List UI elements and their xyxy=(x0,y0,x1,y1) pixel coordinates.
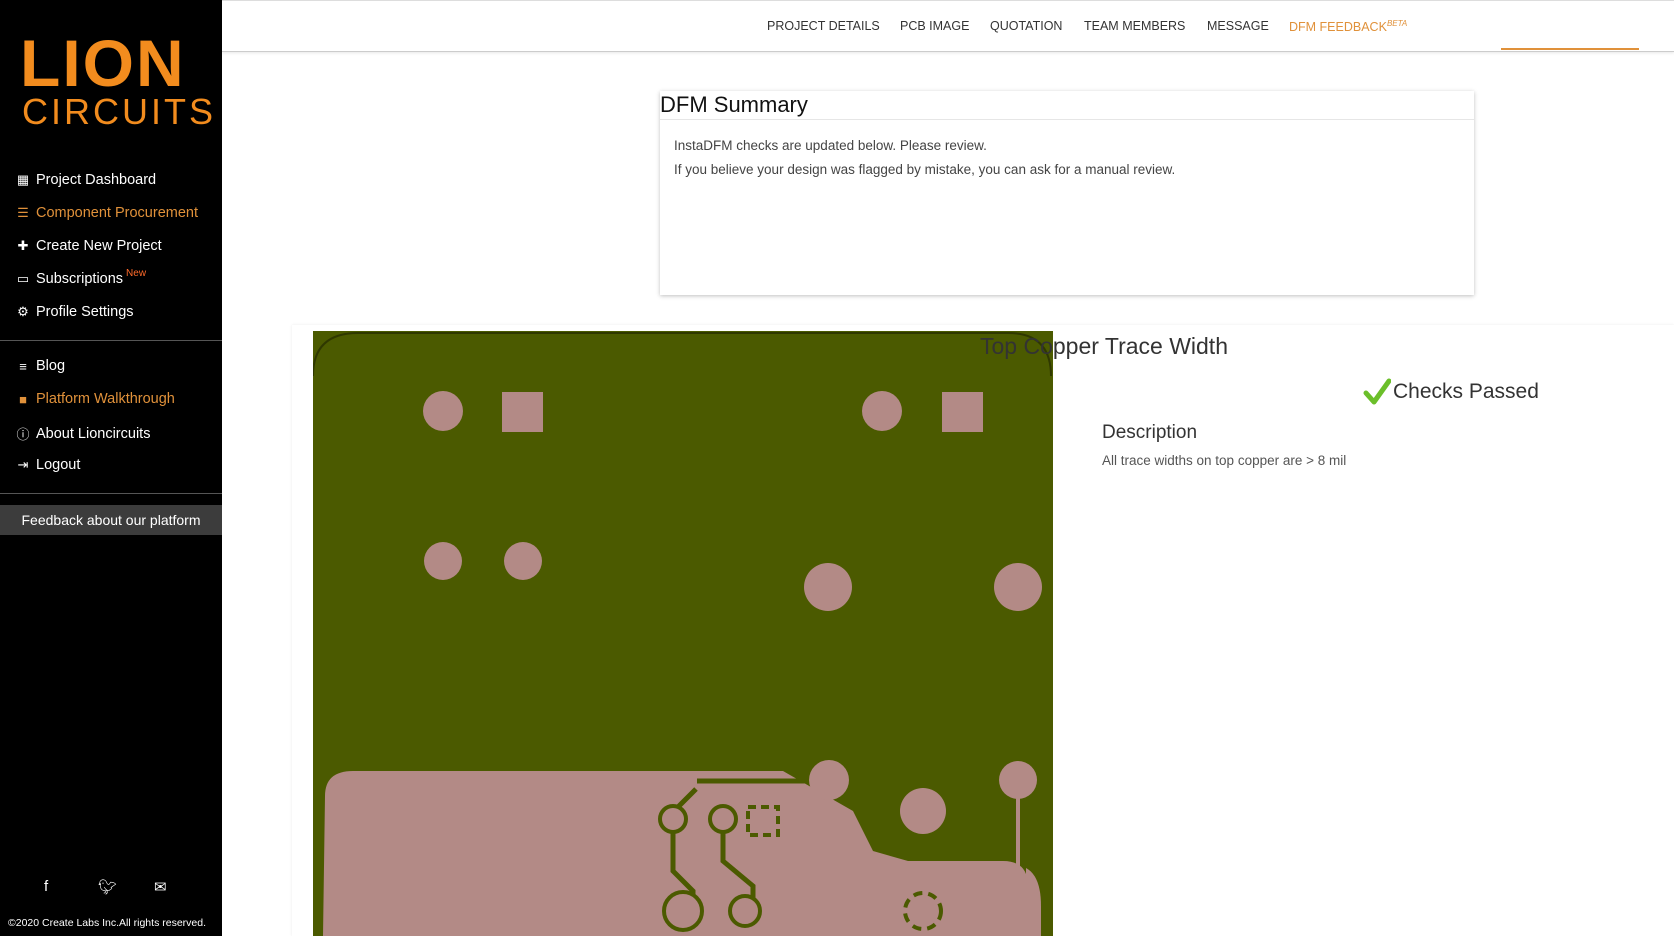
pad-round xyxy=(658,804,688,834)
sidebar-item-label: Logout xyxy=(36,457,81,473)
sidebar-item-component-procurement[interactable]: ☰ Component Procurement xyxy=(16,205,198,221)
tab-label: DFM FEEDBACK xyxy=(1289,20,1387,35)
check-status: Checks Passed xyxy=(1363,378,1539,406)
logout-icon: ⇥ xyxy=(17,457,29,472)
summary-line-2: If you believe your design was flagged b… xyxy=(674,162,1176,177)
new-badge: New xyxy=(126,267,147,279)
video-icon: ■ xyxy=(19,391,27,407)
plus-icon: ✚ xyxy=(17,238,29,253)
tab-team-members[interactable]: TEAM MEMBERS xyxy=(1084,19,1185,33)
sidebar-divider xyxy=(0,340,222,341)
check-title: Top Copper Trace Width xyxy=(979,333,1228,359)
lioncircuits-logo[interactable]: LION CIRCUITS xyxy=(20,26,213,132)
pad-round xyxy=(862,391,902,431)
check-status-text: Checks Passed xyxy=(1393,380,1539,403)
sidebar-item-project-dashboard[interactable]: ▦ Project Dashboard xyxy=(16,172,156,188)
summary-line-1: InstaDFM checks are updated below. Pleas… xyxy=(674,138,987,153)
tab-project-details[interactable]: PROJECT DETAILS xyxy=(767,19,880,33)
sidebar-item-blog[interactable]: ≡ Blog xyxy=(16,358,65,374)
sidebar-divider xyxy=(0,493,222,494)
pad-round xyxy=(504,542,542,580)
pad-round xyxy=(424,542,462,580)
info-icon: ⓘ xyxy=(16,427,30,442)
twitter-icon[interactable]: 🐦︎ xyxy=(98,878,117,896)
sidebar-item-logout[interactable]: ⇥ Logout xyxy=(16,457,81,473)
list-icon: ≡ xyxy=(19,358,27,374)
sidebar-item-label: Create New Project xyxy=(36,238,162,254)
gear-icon: ⚙ xyxy=(17,304,29,319)
sidebar-item-label: Blog xyxy=(36,358,66,374)
beta-badge: BETA xyxy=(1386,19,1408,28)
pad-square xyxy=(502,392,543,432)
sidebar-item-label: Platform Walkthrough xyxy=(36,391,175,407)
sidebar-item-profile-settings[interactable]: ⚙ Profile Settings xyxy=(16,304,134,320)
pad-round xyxy=(809,760,849,800)
pad-square xyxy=(942,392,983,432)
sidebar-item-label: Project Dashboard xyxy=(36,172,157,188)
pad-round xyxy=(728,894,762,928)
logo-text-line1: LION xyxy=(20,26,186,100)
pad-round xyxy=(900,788,946,834)
sidebar-item-label: About Lioncircuits xyxy=(36,425,151,442)
pcb-top-copper-image xyxy=(313,331,1053,936)
sidebar-item-create-new-project[interactable]: ✚ Create New Project xyxy=(16,238,162,254)
dfm-summary-card: DFM Summary InstaDFM checks are updated … xyxy=(660,91,1474,295)
description-heading: Description xyxy=(1102,422,1198,443)
pad-round xyxy=(423,391,463,431)
sidebar-item-label: Subscriptions xyxy=(36,271,124,287)
email-icon[interactable]: ✉ xyxy=(154,878,167,896)
pad-round xyxy=(708,804,738,834)
monitor-icon: ▭ xyxy=(16,271,30,286)
tab-message[interactable]: MESSAGE xyxy=(1207,19,1269,33)
tab-pcb-image[interactable]: PCB IMAGE xyxy=(900,19,969,33)
sidebar-item-platform-walkthrough[interactable]: ■ Platform Walkthrough xyxy=(16,391,175,407)
copyright-text: ©2020 Create Labs Inc.All rights reserve… xyxy=(8,917,207,929)
sidebar-item-label: Component Procurement xyxy=(36,205,198,221)
facebook-icon[interactable]: f xyxy=(44,878,48,895)
pad-round xyxy=(804,563,852,611)
feedback-button[interactable]: Feedback about our platform xyxy=(0,505,222,535)
pad-round xyxy=(662,890,704,932)
sidebar-item-subscriptions[interactable]: ▭ Subscriptions New xyxy=(16,267,147,288)
description-text: All trace widths on top copper are > 8 m… xyxy=(1102,453,1347,468)
pad-round xyxy=(994,563,1042,611)
top-tab-bar: PROJECT DETAILS PCB IMAGE QUOTATION TEAM… xyxy=(222,0,1674,52)
sidebar-item-about[interactable]: ⓘ About Lioncircuits xyxy=(16,424,150,443)
sidebar: LION CIRCUITS ▦ Project Dashboard ☰ Comp… xyxy=(0,0,222,936)
dashboard-icon: ▦ xyxy=(16,172,30,187)
checkmark-icon xyxy=(1363,378,1391,405)
active-tab-indicator xyxy=(1501,48,1639,50)
logo-text-line2: CIRCUITS xyxy=(22,91,216,132)
tab-dfm-feedback[interactable]: DFM FEEDBACKBETA xyxy=(1289,19,1407,34)
summary-title: DFM Summary xyxy=(660,91,1474,120)
components-icon: ☰ xyxy=(17,205,29,220)
tab-quotation[interactable]: QUOTATION xyxy=(990,19,1062,33)
sidebar-item-label: Profile Settings xyxy=(36,304,134,320)
